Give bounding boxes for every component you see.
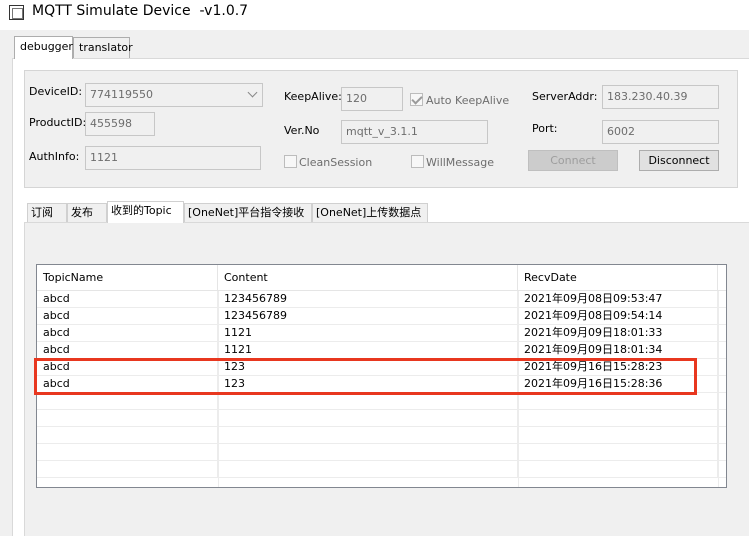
- column-header-recv-date[interactable]: RecvDate: [518, 265, 718, 291]
- table-cell: 2021年09月09日18:01:34: [518, 342, 718, 359]
- clean-session-label: CleanSession: [299, 156, 373, 169]
- table-row[interactable]: abcd 1121 2021年09月09日18:01:34: [37, 342, 726, 359]
- table-cell: abcd: [37, 325, 218, 342]
- product-id-label: ProductID:: [29, 116, 87, 129]
- tab-onenet-upload[interactable]: [OneNet]上传数据点: [312, 203, 428, 223]
- table-cell: abcd: [37, 342, 218, 359]
- column-header-content[interactable]: Content: [218, 265, 518, 291]
- table-cell: abcd: [37, 359, 218, 376]
- port-field[interactable]: 6002: [602, 120, 719, 144]
- table-cell: [518, 444, 718, 461]
- table-row[interactable]: abcd 123456789 2021年09月08日09:54:14: [37, 308, 726, 325]
- table-cell: abcd: [37, 376, 218, 393]
- title-bar: MQTT Simulate Device -v1.0.7: [0, 0, 749, 30]
- auto-keep-alive-label: Auto KeepAlive: [426, 94, 510, 107]
- auth-info-field[interactable]: 1121: [85, 146, 261, 170]
- table-cell: 1121: [218, 325, 518, 342]
- device-id-value: 774119550: [90, 88, 153, 101]
- server-addr-field[interactable]: 183.230.40.39: [602, 85, 719, 109]
- column-divider: [218, 291, 219, 487]
- table-cell: 2021年09月16日15:28:36: [518, 376, 718, 393]
- port-label: Port:: [532, 122, 558, 135]
- table-cell: 123456789: [218, 308, 518, 325]
- tab-debugger[interactable]: debugger: [14, 36, 73, 59]
- table-cell: [37, 427, 218, 444]
- table-cell: [37, 444, 218, 461]
- table-cell: [518, 461, 718, 478]
- table-cell: 2021年09月09日18:01:33: [518, 325, 718, 342]
- table-row[interactable]: abcd 123456789 2021年09月08日09:53:47: [37, 291, 726, 308]
- table-cell: [37, 461, 218, 478]
- table-cell: [218, 444, 518, 461]
- table-cell: 123: [218, 376, 518, 393]
- table-header: TopicName Content RecvDate: [37, 265, 726, 291]
- table-cell: [218, 427, 518, 444]
- table-row[interactable]: abcd 123 2021年09月16日15:28:23: [37, 359, 726, 376]
- keep-alive-label: KeepAlive:: [284, 90, 342, 103]
- table-cell: [518, 410, 718, 427]
- table-row-empty[interactable]: [37, 444, 726, 461]
- column-divider: [718, 291, 719, 487]
- table-cell: abcd: [37, 291, 218, 308]
- table-cell: 2021年09月08日09:54:14: [518, 308, 718, 325]
- ver-no-field[interactable]: mqtt_v_3.1.1: [341, 120, 488, 144]
- tab-subscribe[interactable]: 订阅: [27, 203, 67, 223]
- table-cell: [518, 427, 718, 444]
- keep-alive-field[interactable]: 120: [341, 87, 403, 111]
- table-row-empty[interactable]: [37, 410, 726, 427]
- table-cell: [37, 410, 218, 427]
- disconnect-button[interactable]: Disconnect: [639, 150, 719, 171]
- will-message-checkbox[interactable]: [411, 155, 424, 168]
- table-cell: 2021年09月08日09:53:47: [518, 291, 718, 308]
- product-id-field[interactable]: 455598: [85, 112, 155, 136]
- table-cell: [218, 461, 518, 478]
- server-addr-label: ServerAddr:: [532, 90, 598, 103]
- will-message-label: WillMessage: [426, 156, 495, 169]
- app-icon: [9, 5, 24, 20]
- tab-translator[interactable]: translator: [73, 37, 133, 58]
- table-cell: 1121: [218, 342, 518, 359]
- table-cell: [518, 393, 718, 410]
- ver-no-label: Ver.No: [284, 124, 320, 137]
- tab-publish[interactable]: 发布: [67, 203, 107, 223]
- table-cell: 123456789: [218, 291, 518, 308]
- auto-keep-alive-checkbox[interactable]: [410, 93, 423, 106]
- table-row-empty[interactable]: [37, 393, 726, 410]
- table-cell: 123: [218, 359, 518, 376]
- table-cell: [218, 410, 518, 427]
- tab-onenet-command[interactable]: [OneNet]平台指令接收: [184, 203, 312, 223]
- connect-button[interactable]: Connect: [528, 150, 618, 171]
- chevron-down-icon[interactable]: [247, 88, 259, 100]
- table-cell: abcd: [37, 308, 218, 325]
- table-row[interactable]: abcd 123 2021年09月16日15:28:36: [37, 376, 726, 393]
- table-row[interactable]: abcd 1121 2021年09月09日18:01:33: [37, 325, 726, 342]
- window-title: MQTT Simulate Device -v1.0.7: [32, 3, 249, 19]
- column-header-topic-name[interactable]: TopicName: [37, 265, 218, 291]
- table-cell: 2021年09月16日15:28:23: [518, 359, 718, 376]
- tab-received-topic[interactable]: 收到的Topic: [107, 201, 184, 223]
- table-row-empty[interactable]: [37, 427, 726, 444]
- table-cell: [37, 393, 218, 410]
- table-cell: [218, 393, 518, 410]
- clean-session-checkbox[interactable]: [284, 155, 297, 168]
- device-id-label: DeviceID:: [29, 85, 83, 98]
- device-id-combo[interactable]: 774119550: [85, 83, 263, 107]
- table-row-empty[interactable]: [37, 461, 726, 478]
- received-topic-table[interactable]: TopicName Content RecvDate abcd 123456789…: [36, 264, 727, 488]
- column-divider: [518, 291, 519, 487]
- auth-info-label: AuthInfo:: [29, 150, 80, 163]
